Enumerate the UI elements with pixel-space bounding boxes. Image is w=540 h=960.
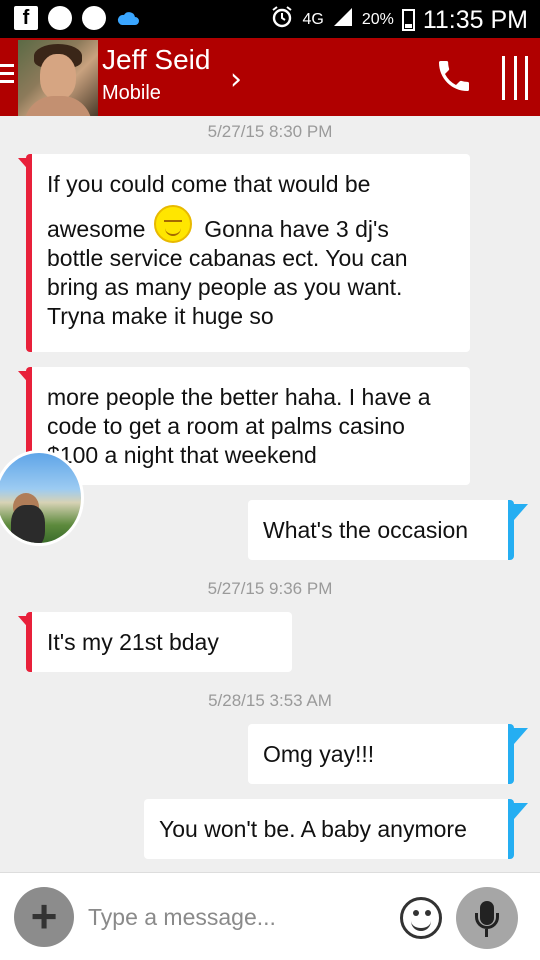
lte-icon: 4G (302, 11, 324, 28)
outgoing-message[interactable]: Omg yay!!! (248, 724, 528, 784)
alarm-icon (270, 5, 294, 35)
message-text: If you could come that would be (47, 171, 371, 197)
conversation-header: Jeff Seid Mobile › (0, 38, 540, 116)
message-composer: + (0, 872, 540, 960)
timestamp: 5/27/15 9:36 PM (207, 579, 333, 598)
message-text: more people the better haha. I have a co… (47, 384, 431, 468)
smiley-emoji-icon (153, 205, 192, 243)
contact-number-type: Mobile (102, 82, 161, 104)
message-text: You won't be. A baby anymore (159, 816, 467, 842)
outgoing-tail (514, 803, 528, 819)
chevron-right-icon[interactable]: › (230, 62, 242, 97)
outgoing-tail (514, 504, 528, 520)
outgoing-tail (514, 728, 528, 744)
message-text: awesome (47, 216, 146, 242)
phone-icon[interactable] (434, 56, 474, 96)
contact-name[interactable]: Jeff Seid (102, 44, 210, 76)
incoming-tail (18, 158, 32, 174)
emoji-icon[interactable] (400, 897, 442, 939)
incoming-tail (18, 616, 32, 632)
avatar[interactable] (18, 40, 98, 116)
message-text: bottle service cabanas ect. You can brin… (47, 245, 408, 329)
message-text: What's the occasion (263, 517, 469, 543)
outgoing-message[interactable]: You won't be. A baby anymore (144, 799, 528, 859)
incoming-message[interactable]: It's my 21st bday (18, 612, 292, 672)
cloud-music-icon (116, 6, 140, 30)
message-input[interactable] (88, 895, 388, 939)
timestamp: 5/28/15 3:53 AM (208, 691, 332, 710)
incoming-message[interactable]: more people the better haha. I have a co… (18, 367, 470, 485)
outgoing-message[interactable]: What's the occasion (248, 500, 528, 560)
menu-icon[interactable] (0, 64, 14, 88)
incoming-message[interactable]: If you could come that would be awesome … (18, 154, 470, 352)
facebook-icon: f (14, 6, 38, 30)
message-text: Gonna have 3 dj's (204, 216, 389, 242)
message-text: Omg yay!!! (263, 741, 375, 767)
messenger-icon (48, 6, 72, 30)
signal-icon (332, 6, 354, 34)
incoming-tail (18, 371, 32, 387)
chat-head-avatar[interactable] (0, 450, 84, 546)
more-options-icon[interactable] (502, 56, 528, 100)
status-bar: f 4G 20% 11:35 PM (0, 0, 540, 38)
microphone-button[interactable] (456, 887, 518, 949)
battery-percent: 20% (361, 11, 394, 28)
add-attachment-button[interactable]: + (14, 887, 74, 947)
battery-icon (401, 9, 415, 31)
message-text: It's my 21st bday (47, 629, 219, 655)
messenger-icon (82, 6, 106, 30)
clock: 11:35 PM (422, 5, 528, 34)
timestamp: 5/27/15 8:30 PM (207, 122, 333, 141)
